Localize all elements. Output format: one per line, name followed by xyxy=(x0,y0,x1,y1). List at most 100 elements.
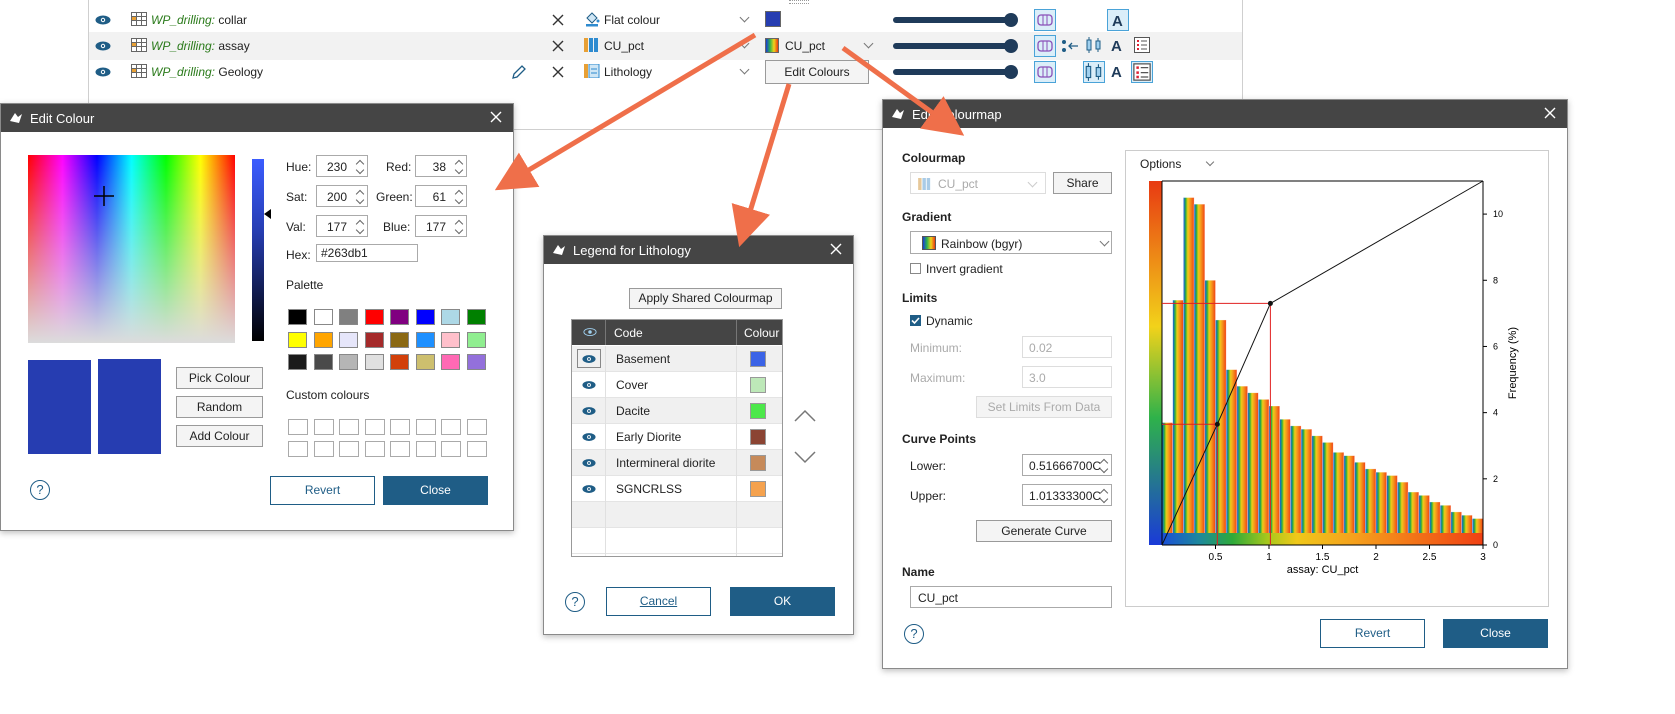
generate-curve-button[interactable]: Generate Curve xyxy=(976,520,1112,542)
custom-colour-slot[interactable] xyxy=(339,419,359,435)
table-row[interactable]: Dacite xyxy=(572,398,782,424)
custom-colour-slot[interactable] xyxy=(364,419,385,435)
custom-colour-slot[interactable] xyxy=(339,441,359,457)
help-icon[interactable]: ? xyxy=(565,592,585,612)
cylinder-icon[interactable] xyxy=(1034,35,1056,57)
colour-swatch[interactable] xyxy=(765,11,781,27)
value-slider[interactable] xyxy=(252,159,264,341)
curve-point-handle[interactable] xyxy=(1267,300,1273,306)
palette-swatch[interactable] xyxy=(313,331,333,348)
chevron-down-icon[interactable] xyxy=(863,38,874,49)
help-icon[interactable]: ? xyxy=(30,480,50,500)
label-text-icon[interactable]: A xyxy=(1109,62,1127,80)
move-down-icon[interactable] xyxy=(794,450,816,464)
close-icon[interactable] xyxy=(552,66,564,78)
column-header-code[interactable]: Code xyxy=(614,326,643,340)
table-row[interactable]: Basement xyxy=(572,346,782,372)
palette-swatch[interactable] xyxy=(466,331,486,348)
palette-swatch[interactable] xyxy=(466,309,486,325)
eye-icon[interactable] xyxy=(582,380,596,390)
palette-swatch[interactable] xyxy=(288,309,307,325)
eye-icon[interactable] xyxy=(582,458,596,468)
pencil-icon[interactable] xyxy=(511,64,527,80)
palette-swatch[interactable] xyxy=(364,331,384,348)
name-input[interactable]: CU_pct xyxy=(910,586,1112,608)
chevron-down-icon[interactable] xyxy=(739,38,750,49)
palette-swatch[interactable] xyxy=(288,354,307,370)
palette-swatch[interactable] xyxy=(390,331,409,348)
custom-colour-slot[interactable] xyxy=(441,441,461,457)
palette-swatch[interactable] xyxy=(415,331,435,348)
colour-mode[interactable]: Lithology xyxy=(604,65,652,79)
move-up-icon[interactable] xyxy=(794,409,816,423)
link-arrows-icon[interactable] xyxy=(1061,38,1079,54)
colour-mode[interactable]: CU_pct xyxy=(604,39,644,53)
eye-icon[interactable] xyxy=(582,406,596,416)
palette-swatch[interactable] xyxy=(441,354,460,370)
palette-swatch[interactable] xyxy=(415,354,435,370)
eye-icon[interactable] xyxy=(582,432,596,442)
custom-colour-slot[interactable] xyxy=(466,441,487,457)
lower-input[interactable]: 0.51666700C xyxy=(1022,454,1112,476)
opacity-slider[interactable] xyxy=(893,43,1011,49)
resize-grip[interactable] xyxy=(789,0,809,4)
colour-mode[interactable]: Flat colour xyxy=(604,13,660,27)
custom-colour-slot[interactable] xyxy=(415,441,436,457)
sat-input[interactable]: 200 xyxy=(316,185,368,207)
help-icon[interactable]: ? xyxy=(904,624,924,644)
chevron-down-icon[interactable] xyxy=(739,64,750,75)
label-text-icon[interactable]: A xyxy=(1109,36,1127,54)
eye-icon[interactable] xyxy=(95,67,111,77)
colour-spectrum[interactable] xyxy=(28,155,235,343)
palette-swatch[interactable] xyxy=(313,354,333,370)
layer-row-assay[interactable]: WP_drilling: assay CU_pct CU_pct A xyxy=(89,32,1242,60)
palette-swatch[interactable] xyxy=(288,331,307,348)
val-input[interactable]: 177 xyxy=(316,215,368,237)
palette-swatch[interactable] xyxy=(390,309,409,325)
palette-swatch[interactable] xyxy=(364,354,384,370)
palette-swatch[interactable] xyxy=(390,354,409,370)
palette-swatch[interactable] xyxy=(466,354,486,370)
opacity-slider[interactable] xyxy=(893,69,1011,75)
eye-icon[interactable] xyxy=(582,484,596,494)
hex-input[interactable]: #263db1 xyxy=(316,244,418,262)
custom-colour-slot[interactable] xyxy=(288,419,308,435)
random-button[interactable]: Random xyxy=(176,396,263,418)
legend-colour-swatch[interactable] xyxy=(750,377,766,393)
upper-input[interactable]: 1.01333300C xyxy=(1022,484,1112,506)
value-slider-arrow-icon[interactable] xyxy=(264,209,272,219)
box-plot-icon[interactable] xyxy=(1083,61,1105,83)
palette-swatch[interactable] xyxy=(339,354,358,370)
pick-colour-button[interactable]: Pick Colour xyxy=(176,367,263,389)
legend-colour-swatch[interactable] xyxy=(750,481,766,497)
custom-colour-slot[interactable] xyxy=(441,419,461,435)
legend-icon[interactable] xyxy=(1134,37,1150,53)
add-colour-button[interactable]: Add Colour xyxy=(176,425,263,447)
crosshair-icon[interactable] xyxy=(94,186,114,206)
dynamic-checkbox[interactable] xyxy=(910,315,921,326)
ok-button[interactable]: OK xyxy=(730,587,835,616)
close-icon[interactable] xyxy=(1542,105,1558,121)
custom-colour-slot[interactable] xyxy=(288,441,308,457)
opacity-slider[interactable] xyxy=(893,17,1011,23)
hue-input[interactable]: 230 xyxy=(316,155,368,177)
opacity-slider-knob[interactable] xyxy=(1004,65,1018,79)
opacity-slider-knob[interactable] xyxy=(1004,13,1018,27)
layer-row-geology[interactable]: WP_drilling: Geology Lithology Edit Colo… xyxy=(89,58,1242,86)
colourmap-name[interactable]: CU_pct xyxy=(785,39,825,53)
histogram-chart[interactable]: 0.5 1 1.5 2 2.5 30 2 4 6 8 10 assay: CU_pct Frequenc… xyxy=(1126,151,1550,608)
eye-icon[interactable] xyxy=(583,327,597,337)
custom-colour-slot[interactable] xyxy=(390,419,410,435)
revert-button[interactable]: Revert xyxy=(270,476,375,505)
close-icon[interactable] xyxy=(488,109,504,125)
palette-swatch[interactable] xyxy=(415,309,435,325)
custom-colour-slot[interactable] xyxy=(466,419,487,435)
table-row[interactable]: SGNCRLSS xyxy=(572,476,782,502)
table-row[interactable]: Intermineral diorite xyxy=(572,450,782,476)
close-icon[interactable] xyxy=(552,14,564,26)
opacity-slider-knob[interactable] xyxy=(1004,39,1018,53)
legend-colour-swatch[interactable] xyxy=(750,351,766,367)
invert-gradient-checkbox[interactable] xyxy=(910,263,921,274)
red-input[interactable]: 38 xyxy=(415,155,467,177)
blue-input[interactable]: 177 xyxy=(415,215,467,237)
